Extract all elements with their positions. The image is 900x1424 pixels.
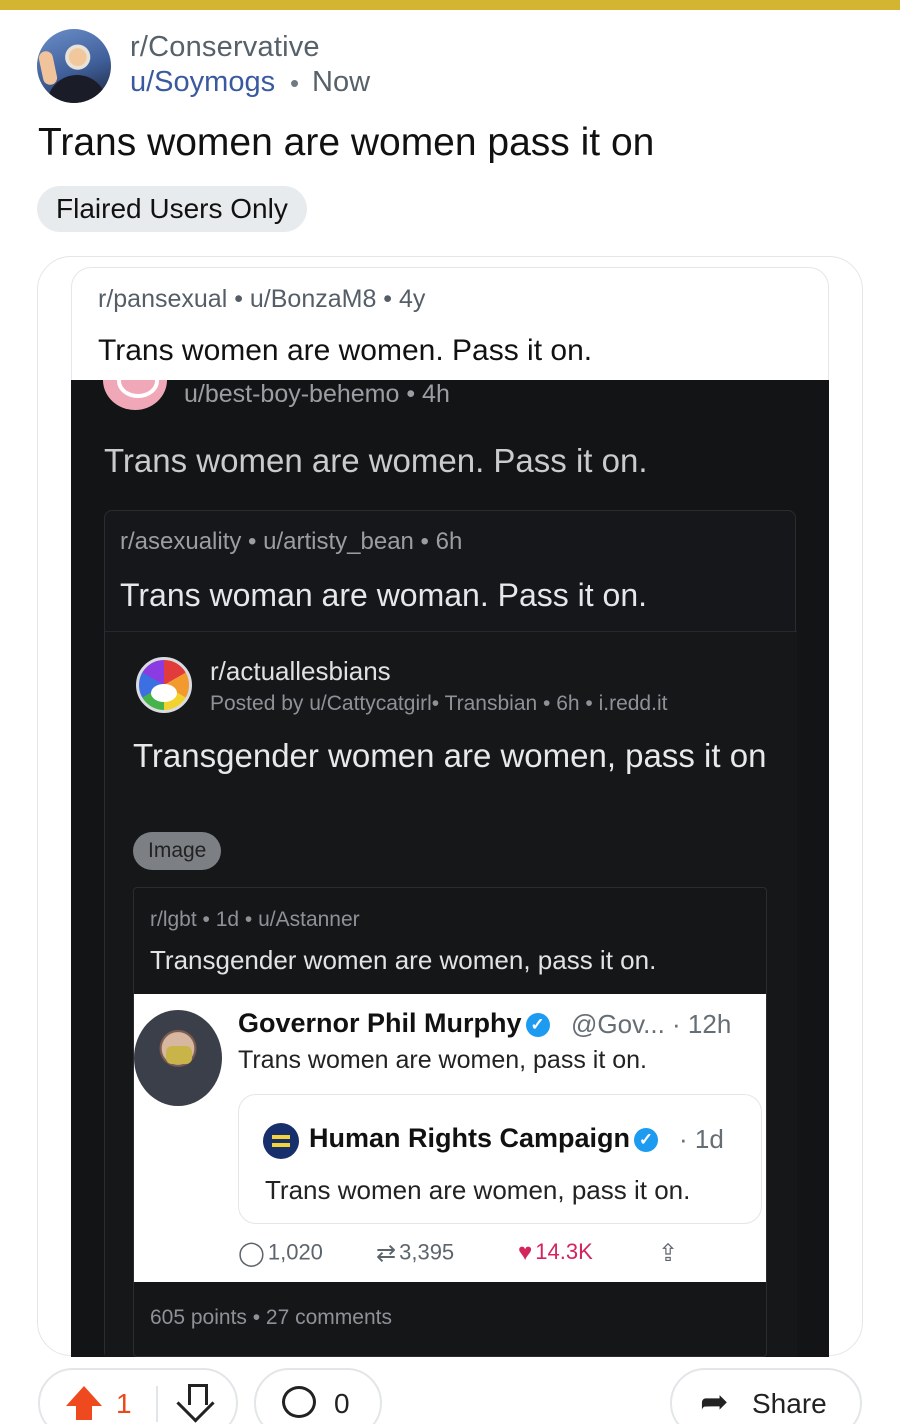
quoted-tweet-time: · 1d (679, 1124, 724, 1154)
heart-icon: ♥ (518, 1239, 533, 1267)
quoted-tweet-text: Trans women are women, pass it on. (265, 1175, 691, 1205)
downvote-icon[interactable] (178, 1384, 214, 1424)
reply-icon: ◯ (238, 1240, 265, 1267)
comment-icon (282, 1386, 316, 1418)
embed-level2-meta: u/best-boy-behemo • 4h (184, 380, 450, 408)
embed-level5-meta: r/lgbt • 1d • u/Astanner (150, 908, 360, 931)
quoted-tweet: Human Rights Campaign ✓ · 1d Trans women … (238, 1094, 762, 1224)
embed-level1: r/pansexual • u/BonzaM8 • 4y Trans women… (71, 267, 829, 383)
embed-level1-title: Trans women are women. Pass it on. (98, 334, 593, 367)
vote-divider (156, 1386, 158, 1422)
vote-count: 1 (116, 1388, 132, 1419)
embedded-screenshot: r/pansexual • u/BonzaM8 • 4y Trans women… (71, 267, 829, 1357)
embed-level3: r/asexuality • u/artisty_bean • 6h Trans… (104, 510, 797, 1357)
comments-button[interactable]: 0 (254, 1368, 382, 1424)
avatar-figure-arm (37, 49, 59, 87)
embed-level1-meta: r/pansexual • u/BonzaM8 • 4y (98, 285, 426, 313)
retweet-icon: ⇄ (376, 1240, 397, 1267)
embed-level4-title: Transgender women are women, pass it on (133, 737, 767, 774)
embed-level2-title: Trans women are women. Pass it on. (104, 442, 648, 479)
post-time: Now (312, 66, 371, 98)
post-flair[interactable]: Flaired Users Only (37, 186, 307, 232)
user-avatar[interactable] (37, 29, 111, 103)
meta-separator: • (290, 68, 300, 98)
embed-level4: r/actuallesbians Posted by u/Cattycatgir… (105, 631, 797, 1357)
tweet-retweets: ⇄ 3,395 (376, 1239, 454, 1268)
like-count: 14.3K (535, 1239, 593, 1264)
author-link[interactable]: u/Soymogs (130, 66, 275, 99)
hrc-logo-icon (263, 1123, 299, 1159)
tweet-replies: ◯ 1,020 (238, 1239, 323, 1268)
tweet-text: Trans women are women, pass it on. (238, 1046, 647, 1074)
embed-level3-meta: r/asexuality • u/artisty_bean • 6h (120, 528, 463, 555)
tweet-author: Governor Phil Murphy ✓ (238, 1008, 554, 1039)
tweet-author-name: Governor Phil Murphy (238, 1008, 522, 1038)
reply-count: 1,020 (267, 1239, 323, 1265)
actuallesbians-icon (136, 657, 192, 713)
verified-icon: ✓ (634, 1127, 659, 1152)
quoted-author-name: Human Rights Campaign (309, 1123, 631, 1153)
embed-level5-title: Transgender women are women, pass it on. (150, 945, 657, 975)
embed-level2-avatar (103, 380, 167, 410)
vote-bar: 1 (38, 1368, 238, 1424)
tweet-likes: ♥ 14.3K (518, 1239, 593, 1267)
governor-avatar (134, 1010, 222, 1106)
comment-count: 0 (334, 1388, 350, 1419)
subreddit-link[interactable]: r/Conservative (130, 31, 320, 64)
tweet-handle: @Gov... · 12h (571, 1009, 732, 1039)
upload-icon: ⇪ (658, 1240, 679, 1267)
embed-level5: r/lgbt • 1d • u/Astanner Transgender wom… (133, 887, 767, 1357)
embed-level3-title: Trans woman are woman. Pass it on. (120, 577, 648, 613)
embed-level4-posted-by: Posted by u/Cattycatgirl• Transbian • 6h… (210, 692, 668, 715)
avatar-mask (166, 1046, 192, 1064)
embed-level4-image-pill: Image (133, 832, 222, 870)
tweet-actions: ◯ 1,020 ⇄ 3,395 ♥ 14.3K ⇪ (238, 1239, 758, 1273)
embed-dark-area: u/best-boy-behemo • 4h Trans women are w… (71, 380, 829, 1357)
post-title[interactable]: Trans women are women pass it on (38, 121, 654, 165)
share-button[interactable]: ➦ Share (670, 1368, 862, 1424)
top-accent-bar (0, 0, 900, 10)
upvote-icon[interactable] (66, 1386, 102, 1422)
share-label: Share (752, 1388, 827, 1419)
verified-icon: ✓ (525, 1012, 550, 1037)
embed-level4-subreddit: r/actuallesbians (210, 656, 391, 686)
retweet-count: 3,395 (399, 1239, 455, 1265)
share-icon: ➦ (700, 1383, 729, 1421)
embedded-tweet: Governor Phil Murphy ✓ @Gov... · 12h Tran… (134, 994, 766, 1282)
embed-level5-footer: 605 points • 27 comments (150, 1306, 392, 1329)
quoted-tweet-author: Human Rights Campaign ✓ (309, 1123, 662, 1154)
